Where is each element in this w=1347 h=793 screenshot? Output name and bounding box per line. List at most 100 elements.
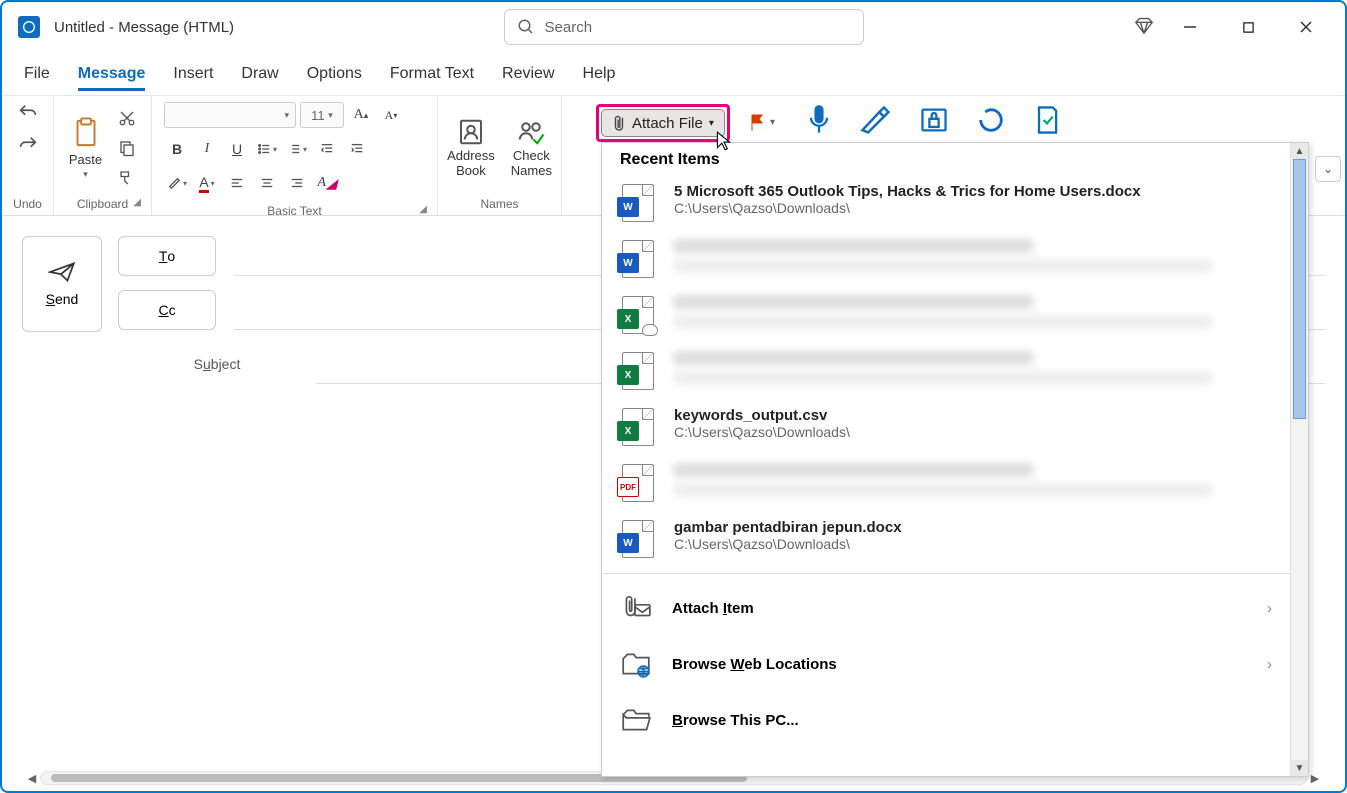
pdf-file-icon: PDF [620,463,656,503]
word-file-icon: W [620,183,656,223]
word-file-icon: W [620,239,656,279]
attach-item-action[interactable]: Attach Item › [602,580,1290,636]
recent-item-name: gambar pentadbiran jepun.docx [674,519,1272,536]
excel-file-icon: X [620,407,656,447]
font-color-button[interactable]: A [194,170,220,196]
loop-icon[interactable] [975,105,1007,140]
menu-insert[interactable]: Insert [173,57,213,91]
minimize-button[interactable] [1175,12,1205,42]
format-painter-button[interactable] [112,165,142,191]
menu-message[interactable]: Message [78,57,146,91]
word-file-icon: W [620,519,656,559]
search-input[interactable]: Search [504,9,864,45]
menu-review[interactable]: Review [502,57,554,91]
sensitivity-icon[interactable] [919,105,949,140]
browse-web-icon [620,650,652,678]
dropdown-scrollbar[interactable]: ▲ ▼ [1290,143,1308,776]
recent-item[interactable]: Xkeywords_output.csvC:\Users\Qazso\Downl… [602,399,1290,455]
menu-draw[interactable]: Draw [241,57,278,91]
attach-file-highlight: Attach File ▾ [596,104,730,142]
menu-help[interactable]: Help [583,57,616,91]
redo-button[interactable] [13,132,43,158]
highlight-button[interactable] [164,170,190,196]
copy-button[interactable] [112,135,142,161]
browse-web-action[interactable]: Browse Web Locations › [602,636,1290,692]
underline-button[interactable]: U [224,136,250,162]
menu-options[interactable]: Options [307,57,362,91]
recent-item-name [674,463,1033,477]
dictate-icon[interactable] [805,104,833,141]
to-button[interactable]: To [118,236,216,276]
send-button[interactable]: Send [22,236,102,332]
names-group-label: Names [446,195,553,213]
paste-button[interactable]: Paste ▾ [63,112,108,184]
recent-item-path [674,315,1212,329]
signature-icon[interactable] [859,105,893,140]
search-icon [517,18,535,36]
recent-item[interactable]: X [602,287,1290,343]
recent-item[interactable]: X [602,343,1290,399]
recent-item-name: keywords_output.csv [674,407,1272,424]
excel-file-icon: X [620,351,656,391]
attach-file-label: Attach File [632,115,703,132]
decrease-indent-button[interactable] [314,136,340,162]
attach-file-button[interactable]: Attach File ▾ [601,109,725,137]
recent-items-heading: Recent Items [602,143,1290,175]
recent-item-name [674,239,1033,253]
menubar: File Message Insert Draw Options Format … [2,52,1345,96]
recent-item-path [674,259,1212,273]
titlebar: Untitled - Message (HTML) Search [2,2,1345,52]
follow-up-flag-button[interactable]: ▾ [744,111,779,135]
recent-item-path [674,371,1212,385]
excel-file-icon: X [620,295,656,335]
scroll-down-arrow-icon[interactable]: ▼ [1291,760,1308,776]
browse-pc-action[interactable]: Browse This PC... [602,692,1290,748]
italic-button[interactable]: I [194,136,220,162]
send-label: end [55,291,78,307]
clear-formatting-button[interactable]: A◢ [314,170,340,196]
premium-icon[interactable] [1133,14,1155,41]
recent-item-path: C:\Users\Qazso\Downloads\ [674,536,1272,552]
scroll-up-arrow-icon[interactable]: ▲ [1291,143,1308,159]
basictext-group-label: Basic Text◢ [160,202,429,220]
bold-button[interactable]: B [164,136,190,162]
recent-item-name [674,351,1033,365]
menu-format-text[interactable]: Format Text [390,57,474,91]
font-size-select[interactable]: 11 ▾ [300,102,344,128]
align-center-button[interactable] [254,170,280,196]
recent-item[interactable]: Wgambar pentadbiran jepun.docxC:\Users\Q… [602,511,1290,567]
align-left-button[interactable] [224,170,250,196]
recent-item[interactable]: PDF [602,455,1290,511]
clipboard-launcher-icon[interactable]: ◢ [133,197,141,208]
bullets-button[interactable] [254,136,280,162]
increase-indent-button[interactable] [344,136,370,162]
scroll-right-arrow-icon[interactable]: ▶ [1307,772,1323,785]
basictext-launcher-icon[interactable]: ◢ [419,204,427,215]
cc-button[interactable]: Cc [118,290,216,330]
decrease-font-button[interactable]: A▾ [378,102,404,128]
recent-item[interactable]: W5 Microsoft 365 Outlook Tips, Hacks & T… [602,175,1290,231]
scroll-left-arrow-icon[interactable]: ◀ [24,772,40,785]
menu-file[interactable]: File [24,57,50,91]
paperclip-icon [612,114,626,132]
undo-button[interactable] [13,100,43,126]
undo-group-label: Undo [10,195,45,213]
attach-item-icon [620,594,652,622]
recent-item-path: C:\Users\Qazso\Downloads\ [674,200,1272,216]
align-right-button[interactable] [284,170,310,196]
search-placeholder: Search [545,19,593,36]
ribbon-expand-button[interactable]: ⌄ [1315,156,1341,182]
font-family-select[interactable]: ▾ [164,102,296,128]
recent-item-path: C:\Users\Qazso\Downloads\ [674,424,1272,440]
close-button[interactable] [1291,12,1321,42]
address-book-button[interactable]: AddressBook [441,113,501,182]
editor-icon[interactable] [1033,104,1061,141]
recent-item[interactable]: W [602,231,1290,287]
app-window: Untitled - Message (HTML) Search File Me… [0,0,1347,793]
maximize-button[interactable] [1233,12,1263,42]
increase-font-button[interactable]: A▴ [348,102,374,128]
numbering-button[interactable] [284,136,310,162]
subject-label: Subject [118,356,316,372]
cut-button[interactable] [112,105,142,131]
check-names-button[interactable]: CheckNames [505,113,558,182]
